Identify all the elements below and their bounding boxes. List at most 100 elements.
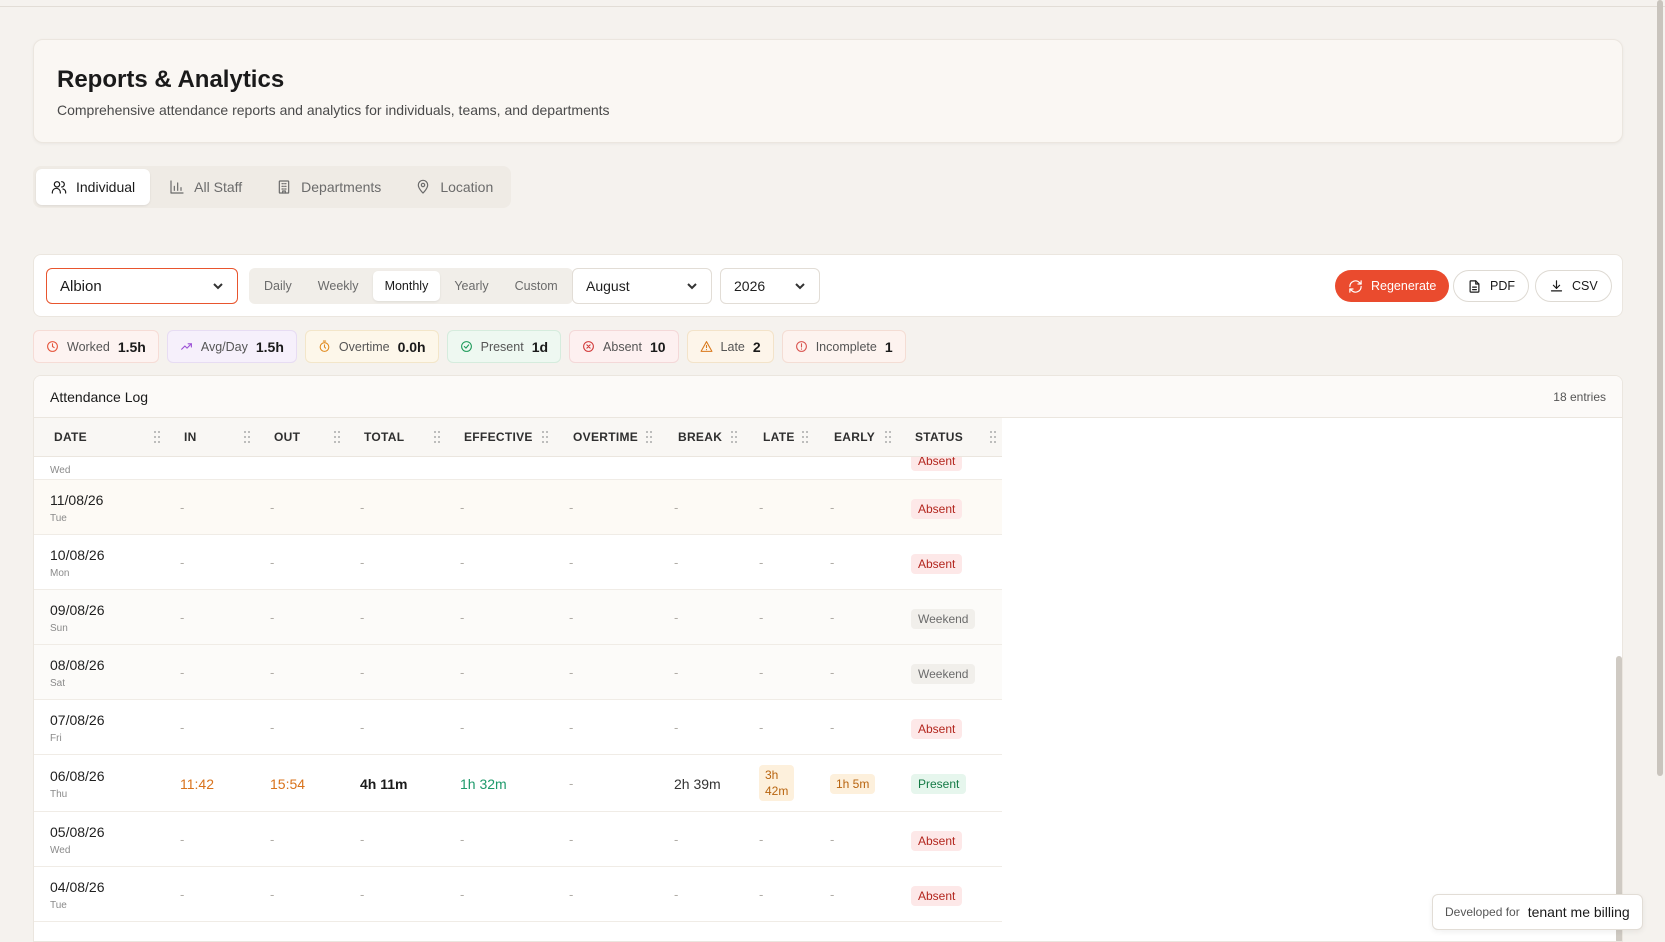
year-select[interactable]: 2026: [720, 268, 820, 304]
col-overtime[interactable]: OVERTIME: [573, 430, 638, 444]
period-yearly[interactable]: Yearly: [442, 271, 500, 301]
col-late[interactable]: LATE: [763, 430, 795, 444]
pdf-button[interactable]: PDF: [1453, 270, 1529, 302]
table-row[interactable]: 06/08/26 Thu 11:42 15:54 4h 11m 1h 32m -…: [34, 755, 1002, 812]
overtime-value: -: [569, 665, 574, 680]
employee-select[interactable]: Albion: [46, 268, 238, 304]
in-value: -: [180, 665, 185, 680]
col-date[interactable]: DATE: [54, 430, 87, 444]
overtime-value: -: [569, 500, 574, 515]
table-row[interactable]: 10/08/26 Mon - - - - - - - - Absent: [34, 535, 1002, 590]
page-scrollbar-thumb[interactable]: [1657, 0, 1663, 776]
effective-value: -: [460, 832, 465, 847]
developer-name: tenant me billing: [1527, 904, 1630, 920]
row-date: 11/08/26: [50, 492, 104, 508]
tab-location[interactable]: Location: [400, 169, 508, 205]
drag-handle-icon[interactable]: [885, 431, 891, 443]
attendance-table[interactable]: Wed Absent 11/08/26 Tue - - - - - - - - …: [34, 418, 1002, 941]
col-effective[interactable]: EFFECTIVE: [464, 430, 533, 444]
tab-departments[interactable]: Departments: [261, 169, 396, 205]
total-value: -: [360, 832, 365, 847]
tab-label: Location: [440, 179, 494, 195]
top-divider: [0, 0, 1665, 7]
stat-avg-day: Avg/Day 1.5h: [166, 330, 297, 363]
table-row[interactable]: 11/08/26 Tue - - - - - - - - Absent: [34, 480, 1002, 535]
table-row[interactable]: 05/08/26 Wed - - - - - - - - Absent: [34, 812, 1002, 867]
report-tabs: Individual All Staff Departments Locatio…: [33, 166, 512, 208]
tab-individual[interactable]: Individual: [36, 169, 151, 205]
col-early[interactable]: EARLY: [834, 430, 875, 444]
table-row[interactable]: [34, 922, 1002, 941]
drag-handle-icon[interactable]: [154, 431, 160, 443]
in-value: -: [180, 720, 185, 735]
period-custom[interactable]: Custom: [503, 271, 570, 301]
in-value: -: [180, 887, 185, 902]
month-select[interactable]: August: [572, 268, 712, 304]
effective-value: -: [460, 555, 465, 570]
col-status[interactable]: STATUS: [915, 430, 963, 444]
late-value: -: [759, 500, 764, 515]
period-monthly[interactable]: Monthly: [372, 271, 441, 301]
drag-handle-icon[interactable]: [990, 431, 996, 443]
early-value: -: [830, 720, 835, 735]
table-header: DATE IN OUT TOTAL EFFECTIVE OVERTIME BRE…: [34, 418, 1002, 457]
drag-handle-icon[interactable]: [646, 431, 652, 443]
drag-handle-icon[interactable]: [542, 431, 548, 443]
filter-bar: Albion Daily Weekly Monthly Yearly Custo…: [33, 254, 1623, 317]
log-scrollbar[interactable]: [1614, 418, 1622, 941]
x-circle-icon: [583, 341, 594, 352]
table-row[interactable]: 04/08/26 Tue - - - - - - - - Absent: [34, 867, 1002, 922]
page-scrollbar[interactable]: [1656, 0, 1665, 942]
stat-overtime: Overtime 0.0h: [304, 330, 439, 363]
period-weekly[interactable]: Weekly: [306, 271, 371, 301]
early-value: -: [830, 887, 835, 902]
break-value: -: [674, 665, 679, 680]
drag-handle-icon[interactable]: [731, 431, 737, 443]
col-in[interactable]: IN: [184, 430, 197, 444]
break-value: 2h 39m: [674, 776, 721, 792]
drag-handle-icon[interactable]: [434, 431, 440, 443]
early-value: -: [830, 555, 835, 570]
regenerate-button[interactable]: Regenerate: [1335, 270, 1450, 302]
period-daily[interactable]: Daily: [252, 271, 304, 301]
col-break[interactable]: BREAK: [678, 430, 722, 444]
row-date: 05/08/26: [50, 824, 105, 840]
late-value: -: [759, 832, 764, 847]
early-value: -: [830, 665, 835, 680]
drag-handle-icon[interactable]: [802, 431, 808, 443]
status-badge: Weekend: [911, 609, 976, 629]
stat-value: 1: [884, 338, 893, 355]
year-select-value: 2026: [734, 278, 766, 294]
stat-present: Present 1d: [446, 330, 562, 363]
stat-label: Present: [480, 339, 524, 354]
early-value: -: [830, 832, 835, 847]
col-out[interactable]: OUT: [274, 430, 300, 444]
status-badge: Present: [911, 774, 967, 794]
stat-late: Late 2: [686, 330, 774, 363]
status-badge: Weekend: [911, 664, 976, 684]
out-value: -: [270, 832, 275, 847]
stat-worked: Worked 1.5h: [33, 330, 159, 363]
drag-handle-icon[interactable]: [244, 431, 250, 443]
employee-select-value: Albion: [60, 277, 102, 295]
total-value: -: [360, 610, 365, 625]
drag-handle-icon[interactable]: [334, 431, 340, 443]
table-row[interactable]: 07/08/26 Fri - - - - - - - - Absent: [34, 700, 1002, 755]
col-total[interactable]: TOTAL: [364, 430, 404, 444]
status-badge: Absent: [911, 831, 963, 851]
table-row[interactable]: 08/08/26 Sat - - - - - - - - Weekend: [34, 645, 1002, 700]
csv-button[interactable]: CSV: [1535, 270, 1612, 302]
row-day: Thu: [50, 789, 68, 800]
status-badge: Absent: [911, 499, 963, 519]
status-badge: Absent: [911, 554, 963, 574]
table-row[interactable]: 09/08/26 Sun - - - - - - - - Weekend: [34, 590, 1002, 645]
total-value: -: [360, 887, 365, 902]
stat-label: Incomplete: [815, 339, 877, 354]
tab-label: All Staff: [194, 179, 243, 195]
row-date: 08/08/26: [50, 657, 105, 673]
overtime-value: -: [569, 720, 574, 735]
out-value: -: [270, 610, 275, 625]
tab-all-staff[interactable]: All Staff: [154, 169, 257, 205]
overtime-value: -: [569, 776, 574, 791]
early-chip: 1h 5m: [830, 774, 876, 794]
